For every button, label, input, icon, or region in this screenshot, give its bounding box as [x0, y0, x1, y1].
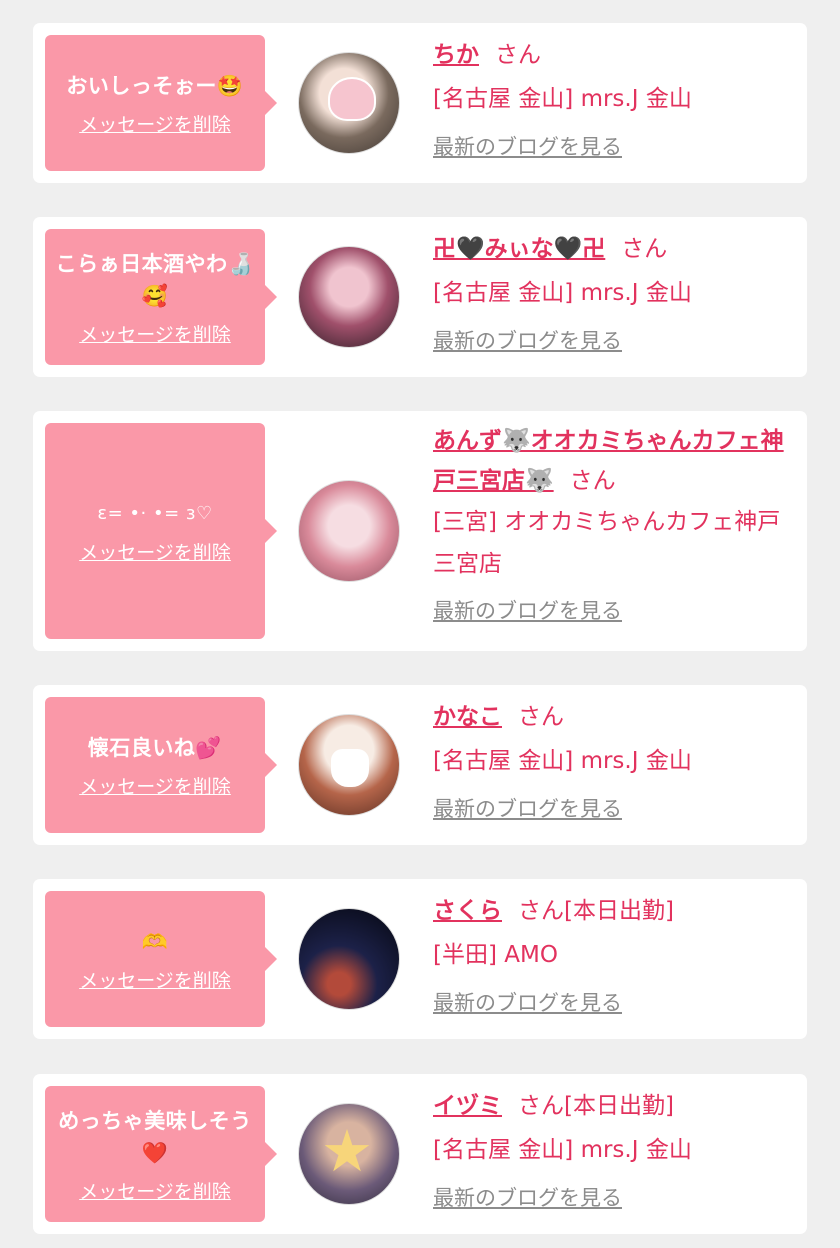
shop-label: [半田] AMO — [433, 942, 558, 968]
user-name-link[interactable]: イヅミ — [433, 1093, 502, 1119]
message-text: めっちゃ美味しそう❤️ — [58, 1108, 252, 1165]
user-name-link[interactable]: 卍🖤みぃな🖤卍 — [433, 236, 605, 262]
avatar[interactable] — [298, 52, 400, 154]
message-card: おいしっそぉー🤩 メッセージを削除 ちか さん [名古屋 金山] mrs.J 金山… — [33, 23, 807, 183]
shop-label: [名古屋 金山] mrs.J 金山 — [433, 748, 692, 774]
delete-message-link[interactable]: メッセージを削除 — [79, 772, 231, 799]
name-line: さくら さん[本日出勤] — [433, 889, 789, 933]
message-bubble: 🫶 メッセージを削除 — [45, 891, 277, 1027]
message-text: ε= •· •= з♡ — [97, 502, 213, 524]
message-text: 懐石良いね💕 — [87, 735, 223, 760]
user-name-link[interactable]: かなこ — [433, 704, 502, 730]
name-line: ちか さん — [433, 33, 789, 77]
honorific: さん — [518, 704, 564, 730]
honorific: さん[本日出勤] — [518, 1093, 674, 1119]
delete-message-link[interactable]: メッセージを削除 — [79, 966, 231, 993]
delete-message-link[interactable]: メッセージを削除 — [79, 320, 231, 347]
latest-blog-link[interactable]: 最新のブログを見る — [433, 987, 622, 1017]
message-bubble: おいしっそぉー🤩 メッセージを削除 — [45, 35, 277, 171]
shop-label: [名古屋 金山] mrs.J 金山 — [433, 280, 692, 306]
shop-label: [名古屋 金山] mrs.J 金山 — [433, 1137, 692, 1163]
message-card: めっちゃ美味しそう❤️ メッセージを削除 ★ イヅミ さん[本日出勤] [名古屋 … — [33, 1074, 807, 1234]
latest-blog-link[interactable]: 最新のブログを見る — [433, 131, 622, 161]
message-bubble: 懐石良いね💕 メッセージを削除 — [45, 697, 277, 833]
user-name-link[interactable]: さくら — [433, 898, 502, 924]
honorific: さん[本日出勤] — [518, 898, 674, 924]
message-card: こらぁ日本酒やわ🍶🥰 メッセージを削除 卍🖤みぃな🖤卍 さん [名古屋 金山] m… — [33, 217, 807, 377]
user-info: イヅミ さん[本日出勤] [名古屋 金山] mrs.J 金山 最新のブログを見る — [433, 1084, 789, 1212]
avatar[interactable]: ★ — [298, 1103, 400, 1205]
star-mask-icon: ★ — [321, 1117, 373, 1185]
user-name-link[interactable]: ちか — [433, 42, 479, 68]
latest-blog-link[interactable]: 最新のブログを見る — [433, 793, 622, 823]
message-bubble: ε= •· •= з♡ メッセージを削除 — [45, 423, 277, 639]
latest-blog-link[interactable]: 最新のブログを見る — [433, 325, 622, 355]
delete-message-link[interactable]: メッセージを削除 — [79, 538, 231, 565]
name-line: イヅミ さん[本日出勤] — [433, 1084, 789, 1128]
message-text: 🫶 — [141, 929, 169, 954]
avatar[interactable] — [298, 480, 400, 582]
avatar[interactable] — [298, 908, 400, 1010]
shop-label: [三宮] オオカミちゃんカフェ神戸三宮店 — [433, 509, 781, 577]
user-info: ちか さん [名古屋 金山] mrs.J 金山 最新のブログを見る — [433, 33, 789, 161]
name-line: 卍🖤みぃな🖤卍 さん — [433, 227, 789, 271]
name-line: あんず🐺オオカミちゃんカフェ神戸三宮店🐺 さん — [433, 421, 789, 501]
honorific: さん — [569, 468, 616, 494]
user-info: 卍🖤みぃな🖤卍 さん [名古屋 金山] mrs.J 金山 最新のブログを見る — [433, 227, 789, 355]
user-info: かなこ さん [名古屋 金山] mrs.J 金山 最新のブログを見る — [433, 695, 789, 823]
delete-message-link[interactable]: メッセージを削除 — [79, 110, 231, 137]
honorific: さん — [621, 236, 668, 262]
shop-label: [名古屋 金山] mrs.J 金山 — [433, 86, 692, 112]
message-card: 懐石良いね💕 メッセージを削除 かなこ さん [名古屋 金山] mrs.J 金山 … — [33, 685, 807, 845]
latest-blog-link[interactable]: 最新のブログを見る — [433, 595, 622, 625]
avatar[interactable] — [298, 714, 400, 816]
message-bubble: めっちゃ美味しそう❤️ メッセージを削除 — [45, 1086, 277, 1222]
user-info: さくら さん[本日出勤] [半田] AMO 最新のブログを見る — [433, 889, 789, 1017]
delete-message-link[interactable]: メッセージを削除 — [79, 1177, 231, 1204]
message-bubble: こらぁ日本酒やわ🍶🥰 メッセージを削除 — [45, 229, 277, 365]
message-text: おいしっそぉー🤩 — [66, 73, 244, 98]
user-info: あんず🐺オオカミちゃんカフェ神戸三宮店🐺 さん [三宮] オオカミちゃんカフェ神戸… — [433, 421, 789, 625]
name-line: かなこ さん — [433, 695, 789, 739]
heart-sticker-icon — [328, 77, 376, 121]
message-card: ε= •· •= з♡ メッセージを削除 あんず🐺オオカミちゃんカフェ神戸三宮店… — [33, 411, 807, 651]
cat-mask-icon — [331, 749, 369, 787]
message-card: 🫶 メッセージを削除 さくら さん[本日出勤] [半田] AMO 最新のブログを見… — [33, 879, 807, 1039]
latest-blog-link[interactable]: 最新のブログを見る — [433, 1182, 622, 1212]
honorific: さん — [495, 42, 541, 68]
message-text: こらぁ日本酒やわ🍶🥰 — [55, 251, 255, 308]
avatar[interactable] — [298, 246, 400, 348]
